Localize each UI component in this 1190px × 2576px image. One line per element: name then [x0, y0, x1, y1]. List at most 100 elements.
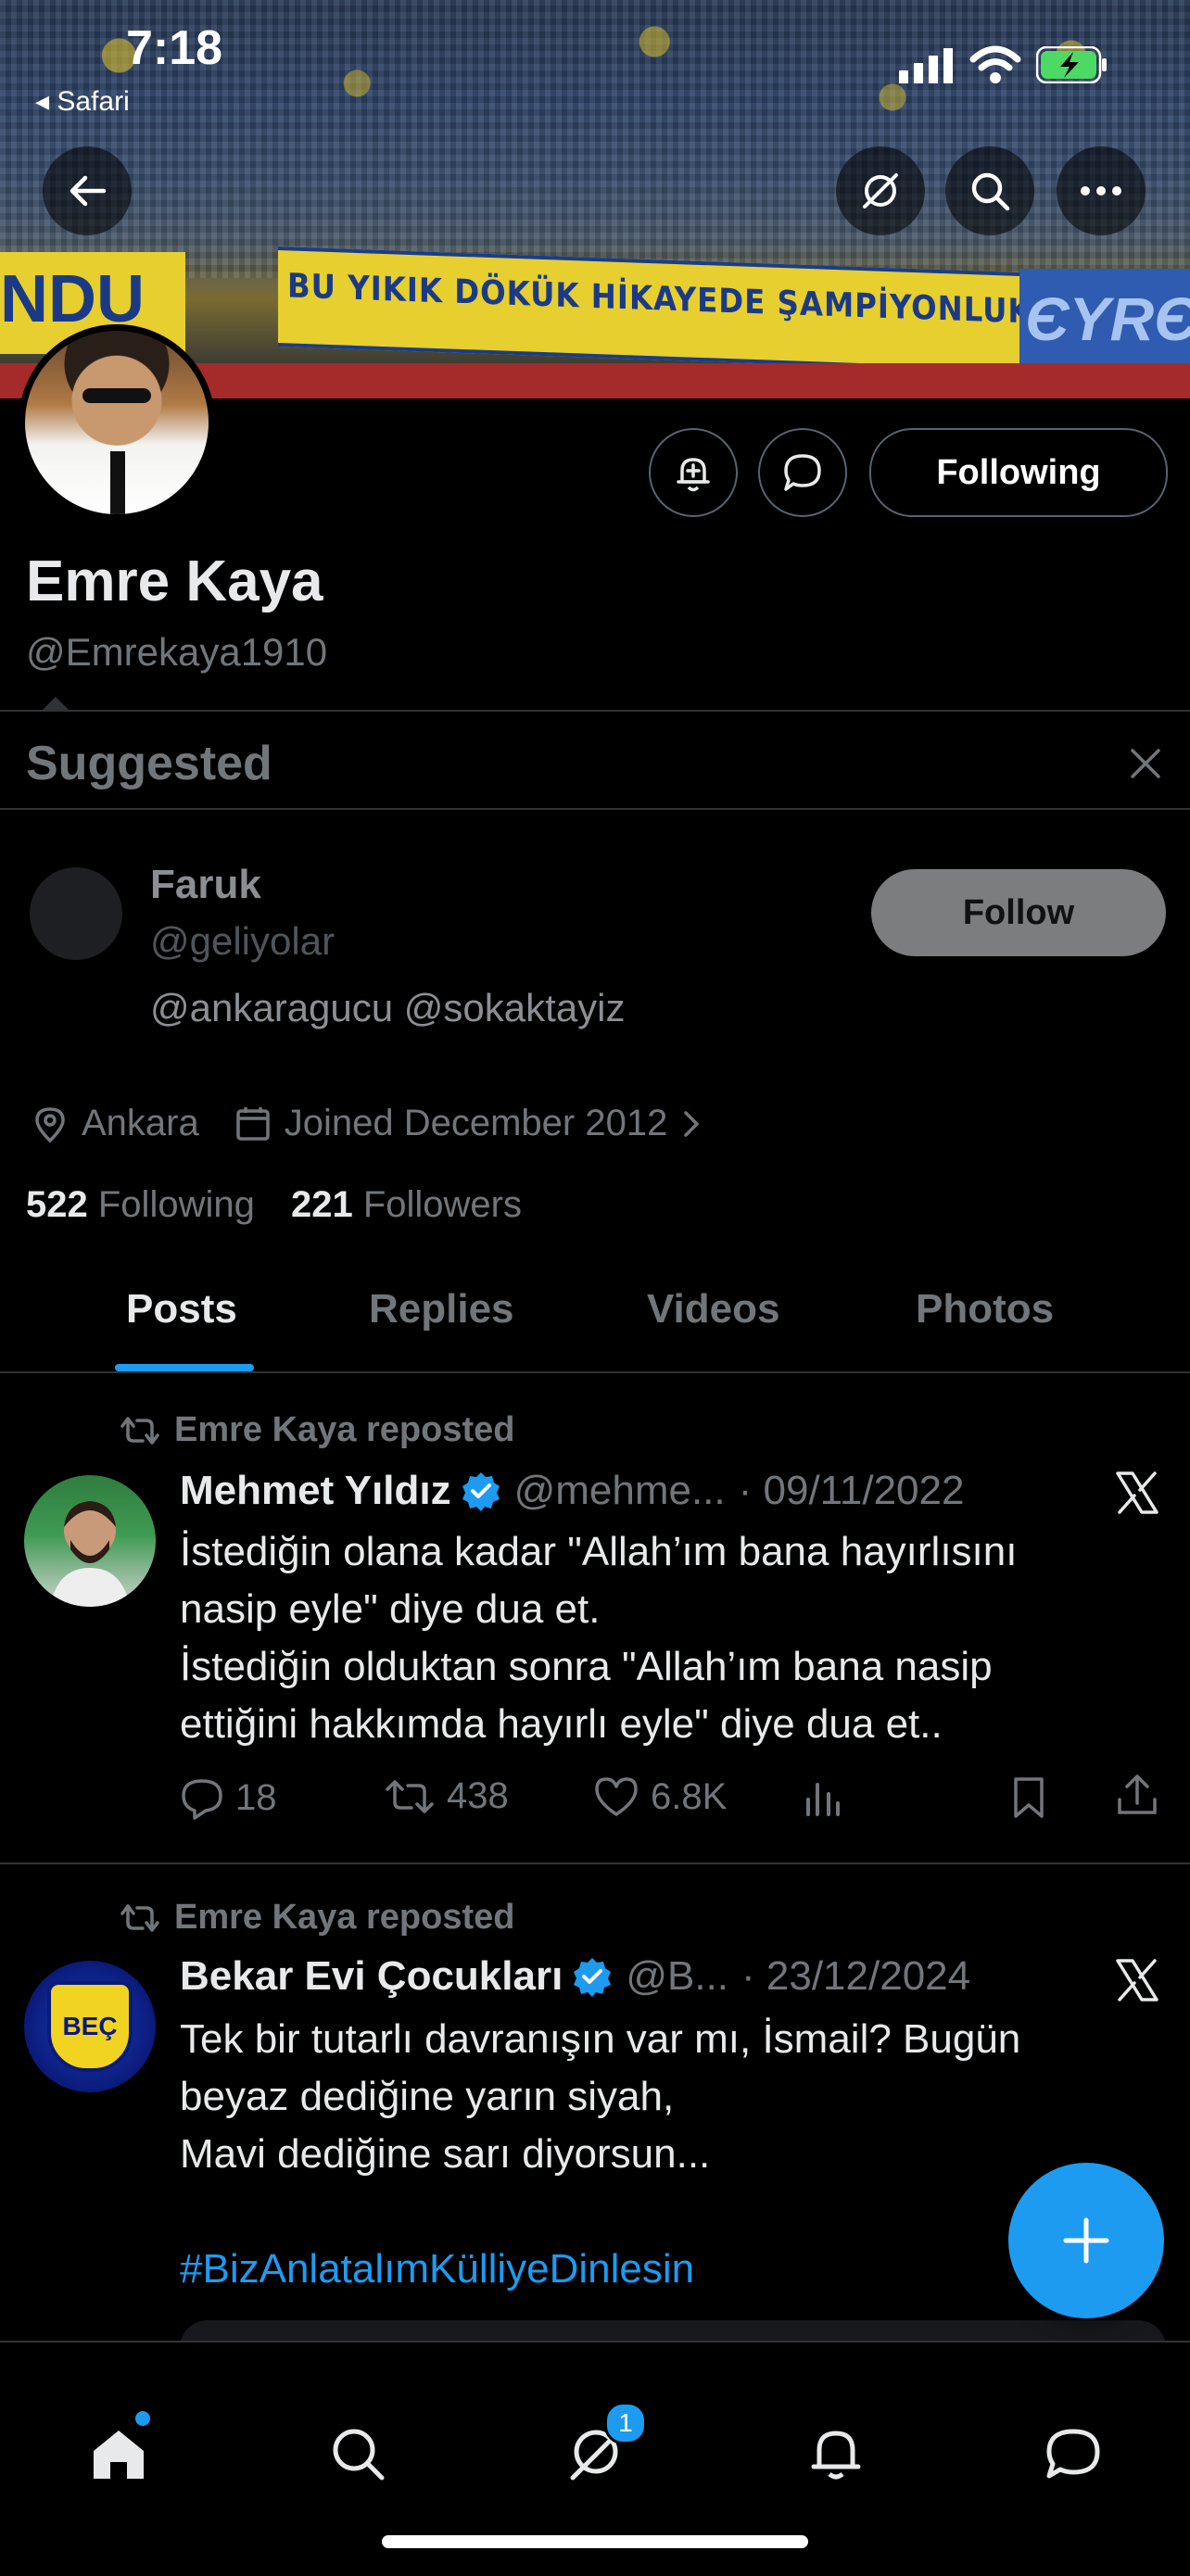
suggested-pointer — [43, 697, 69, 710]
cellular-signal-icon — [899, 46, 958, 88]
followers-count: 221 — [290, 1184, 353, 1225]
post-date[interactable]: · 23/12/2024 — [741, 1953, 970, 2000]
back-button[interactable] — [43, 146, 132, 235]
tab-posts[interactable]: Posts — [126, 1286, 237, 1332]
calendar-icon — [236, 1106, 270, 1141]
post-author-name[interactable]: Mehmet Yıldız — [180, 1468, 451, 1514]
nav-messages[interactable] — [1027, 2407, 1120, 2500]
post-date[interactable]: · 09/11/2022 — [739, 1468, 965, 1514]
nav-notifications[interactable] — [790, 2407, 882, 2500]
profile-meta-row: Ankara Joined December 2012 — [30, 1103, 703, 1144]
notifications-subscribe-button[interactable] — [649, 428, 738, 517]
profile-location: Ankara — [82, 1103, 199, 1143]
battery-icon — [1035, 45, 1108, 88]
post-author-avatar[interactable] — [24, 1475, 156, 1607]
post-author-name[interactable]: Bekar Evi Çocukları — [180, 1953, 563, 2000]
repost-icon — [120, 1416, 159, 1445]
post-text-line: beyaz dediğine yarın siyah, — [180, 2074, 675, 2119]
status-time: 7:18 — [126, 21, 223, 75]
reply-icon — [182, 1779, 222, 1820]
suggested-avatar[interactable] — [30, 867, 122, 960]
post-text-line: İstediğin olduktan sonra "Allah’ım bana … — [180, 1644, 993, 1689]
more-options-button[interactable] — [1057, 146, 1146, 235]
plus-icon — [1063, 2217, 1109, 2264]
search-profile-button[interactable] — [945, 146, 1034, 235]
repost-indicator[interactable]: Emre Kaya reposted — [119, 1898, 515, 1938]
repost-count: 438 — [447, 1775, 509, 1816]
tab-videos[interactable]: Videos — [647, 1286, 779, 1332]
repost-icon — [386, 1779, 434, 1813]
notification-badge: 1 — [604, 2402, 647, 2444]
suggested-name[interactable]: Faruk — [150, 862, 261, 908]
chat-bubble-icon — [1046, 2429, 1100, 2479]
repost-label: Emre Kaya reposted — [174, 1898, 515, 1937]
bookmark-button[interactable] — [1010, 1775, 1047, 1825]
post-author-avatar[interactable]: BEÇ — [24, 1961, 156, 2092]
follow-counts: 522 Following 221 Followers — [26, 1184, 522, 1226]
profile-avatar[interactable] — [19, 324, 215, 521]
home-icon — [94, 2431, 144, 2479]
post-author-handle[interactable]: @mehme... — [514, 1468, 726, 1514]
post-header: Bekar Evi Çocukları @B... · 23/12/2024 — [180, 1953, 970, 2000]
repost-label: Emre Kaya reposted — [174, 1410, 515, 1449]
reply-count: 18 — [235, 1776, 277, 1818]
following-button[interactable]: Following — [869, 428, 1168, 517]
like-button[interactable]: 6.8K — [593, 1775, 727, 1818]
views-button[interactable] — [803, 1775, 843, 1818]
bookmark-icon — [1014, 1777, 1044, 1818]
divider — [0, 1371, 1190, 1373]
divider — [0, 710, 1190, 712]
post-author-handle[interactable]: @B... — [626, 1953, 728, 2000]
home-indicator — [382, 2535, 808, 2548]
suggested-bio: @ankaragucu @sokaktayiz — [150, 986, 626, 1029]
close-icon — [1131, 749, 1160, 778]
tab-replies[interactable]: Replies — [369, 1286, 514, 1332]
reply-button[interactable]: 18 — [180, 1775, 277, 1820]
views-chart-icon — [806, 1783, 840, 1816]
profile-handle: @Emrekaya1910 — [26, 630, 328, 674]
banner-right-sign: ЄYRЄS — [1019, 269, 1190, 371]
divider — [0, 1863, 1190, 1864]
suggested-follow-button[interactable]: Follow — [871, 869, 1166, 956]
back-to-safari-link[interactable]: ◂ Safari — [35, 85, 130, 118]
post-header: Mehmet Yıldız @mehme... · 09/11/2022 — [180, 1468, 964, 1514]
chat-bubble-icon — [784, 454, 821, 491]
nav-home[interactable] — [72, 2407, 165, 2500]
verified-badge-icon — [462, 1472, 500, 1511]
message-button[interactable] — [758, 428, 847, 517]
search-icon — [333, 2429, 385, 2481]
post-text-line: ettiğini hakkımda hayırlı eyle" diye dua… — [180, 1701, 943, 1747]
dismiss-suggested-button[interactable] — [1129, 747, 1162, 785]
team-crest-icon: BEÇ — [47, 1981, 133, 2072]
tab-photos[interactable]: Photos — [916, 1286, 1054, 1332]
compose-post-button[interactable] — [1008, 2163, 1164, 2318]
tab-active-indicator — [115, 1364, 254, 1371]
followers-count-link[interactable]: 221 Followers — [291, 1184, 522, 1225]
search-icon — [971, 172, 1010, 211]
nav-grok[interactable]: 1 — [549, 2402, 647, 2500]
repost-button[interactable]: 438 — [384, 1775, 509, 1817]
like-count: 6.8K — [651, 1775, 728, 1817]
location-pin-icon — [35, 1106, 65, 1143]
profile-joined-date[interactable]: Joined December 2012 — [285, 1103, 668, 1144]
grok-button[interactable] — [836, 146, 925, 235]
more-dots-icon — [1081, 186, 1121, 196]
repost-icon — [120, 1903, 159, 1932]
following-count: 522 — [26, 1184, 88, 1225]
repost-indicator[interactable]: Emre Kaya reposted — [119, 1410, 515, 1450]
post-text: İstediğin olana kadar "Allah’ım bana hay… — [180, 1523, 1181, 1753]
nav-search[interactable] — [311, 2407, 404, 2500]
avatar-photo — [50, 1501, 130, 1607]
avatar-photo — [25, 331, 209, 514]
bell-plus-icon — [677, 458, 710, 492]
wifi-icon — [969, 44, 1021, 90]
profile-display-name: Emre Kaya — [26, 549, 323, 613]
x-logo-icon — [1114, 1957, 1160, 2008]
following-count-link[interactable]: 522 Following — [26, 1184, 255, 1225]
post-text-line: Tek bir tutarlı davranışın var mı, İsmai… — [180, 2016, 1021, 2062]
share-button[interactable] — [1116, 1772, 1158, 1823]
bell-icon — [811, 2431, 861, 2480]
suggested-title: Suggested — [26, 737, 272, 790]
heart-icon — [595, 1777, 638, 1816]
chevron-right-icon[interactable] — [680, 1107, 703, 1141]
